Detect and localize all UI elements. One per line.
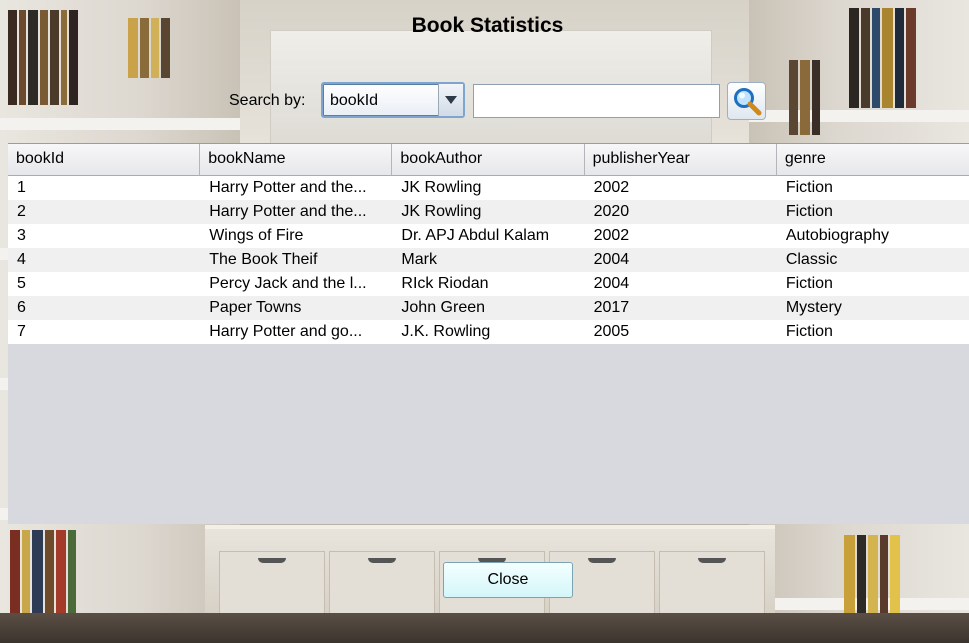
column-header-genre[interactable]: genre (777, 144, 969, 175)
table-cell: John Green (401, 299, 486, 316)
table-cell: 2002 (593, 179, 630, 196)
table-cell: Harry Potter and the... (209, 203, 367, 220)
table-cell: 6 (17, 299, 26, 316)
table-cell: 3 (17, 227, 26, 244)
table-cell: Harry Potter and the... (209, 179, 367, 196)
table-cell: J.K. Rowling (401, 323, 491, 340)
table-cell: Harry Potter and go... (209, 323, 363, 340)
table-header: bookId bookName bookAuthor publisherYear… (8, 144, 969, 176)
close-button[interactable]: Close (443, 562, 573, 598)
search-field-dropdown[interactable]: bookId (321, 82, 465, 118)
search-input[interactable] (473, 84, 720, 118)
table-cell: 2017 (593, 299, 630, 316)
table-cell: RIck Riodan (401, 275, 489, 292)
table-row[interactable]: 4 The Book Theif Mark 2004 Classic (8, 248, 969, 272)
table-cell: 2005 (593, 323, 630, 340)
table-row[interactable]: 6 Paper Towns John Green 2017 Mystery (8, 296, 969, 320)
chevron-down-icon[interactable] (438, 84, 463, 116)
search-by-label: Search by: (229, 92, 306, 109)
table-cell: Wings of Fire (209, 227, 304, 244)
table-cell: JK Rowling (401, 179, 482, 196)
table-cell: Fiction (785, 179, 833, 196)
table-cell: Paper Towns (209, 299, 302, 316)
column-header-bookname[interactable]: bookName (200, 144, 393, 175)
table-cell: Mystery (785, 299, 842, 316)
table-cell: 2 (17, 203, 26, 220)
column-header-bookauthor[interactable]: bookAuthor (392, 144, 585, 175)
table-body: 1 Harry Potter and the... JK Rowling 200… (8, 176, 969, 344)
table-cell: Autobiography (785, 227, 889, 244)
search-field-selected-value: bookId (330, 92, 379, 109)
column-header-publisheryear[interactable]: publisherYear (585, 144, 777, 175)
book-table[interactable]: bookId bookName bookAuthor publisherYear… (8, 143, 969, 524)
table-row[interactable]: 7 Harry Potter and go... J.K. Rowling 20… (8, 320, 969, 344)
table-cell: Fiction (785, 323, 833, 340)
table-cell: Mark (401, 251, 437, 268)
table-cell: Percy Jack and the l... (209, 275, 367, 292)
table-cell: 2004 (593, 251, 630, 268)
search-button[interactable] (727, 82, 766, 120)
table-cell: JK Rowling (401, 203, 482, 220)
table-cell: The Book Theif (209, 251, 318, 268)
page-title: Book Statistics (411, 14, 564, 37)
table-cell: 2020 (593, 203, 630, 220)
table-cell: Fiction (785, 203, 833, 220)
table-cell: Dr. APJ Abdul Kalam (401, 227, 550, 244)
table-cell: 5 (17, 275, 26, 292)
table-cell: Fiction (785, 275, 833, 292)
magnifier-icon (734, 88, 762, 116)
table-cell: 2002 (593, 227, 630, 244)
column-header-bookid[interactable]: bookId (8, 144, 201, 175)
table-cell: 7 (17, 323, 26, 340)
table-row[interactable]: 5 Percy Jack and the l... RIck Riodan 20… (8, 272, 969, 296)
table-cell: Classic (785, 251, 838, 268)
table-cell: 4 (17, 251, 26, 268)
table-row[interactable]: 1 Harry Potter and the... JK Rowling 200… (8, 176, 969, 200)
table-row[interactable]: 3 Wings of Fire Dr. APJ Abdul Kalam 2002… (8, 224, 969, 248)
table-cell: 1 (17, 179, 26, 196)
table-row[interactable]: 2 Harry Potter and the... JK Rowling 202… (8, 200, 969, 224)
table-cell: 2004 (593, 275, 630, 292)
floor (0, 613, 969, 643)
